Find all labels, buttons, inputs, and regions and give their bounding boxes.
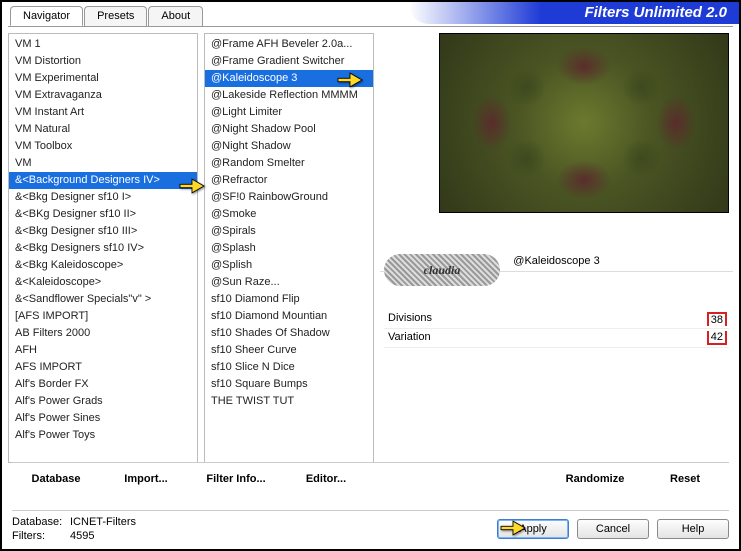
middle-button-row: Database Import... Filter Info... Editor… [12,462,729,489]
list-item[interactable]: VM 1 [9,36,197,53]
list-item[interactable]: @Spirals [205,223,373,240]
list-item[interactable]: @Frame AFH Beveler 2.0a... [205,36,373,53]
list-item[interactable]: &<Bkg Designer sf10 I> [9,189,197,206]
list-item[interactable]: Alf's Power Sines [9,410,197,427]
tab-navigator[interactable]: Navigator [10,6,83,26]
apply-button[interactable]: Apply [497,519,569,539]
bottom-bar: Database:ICNET-Filters Filters:4595 Appl… [12,510,729,543]
filter-info-button[interactable]: Filter Info... [192,469,280,489]
list-item[interactable]: @SF!0 RainbowGround [205,189,373,206]
list-item[interactable]: &<Kaleidoscope> [9,274,197,291]
watermark-badge: claudia [384,254,500,286]
parameter-area: Divisions 38 Variation 42 [380,310,733,348]
status-db-label: Database: [12,515,70,529]
list-item[interactable]: [AFS IMPORT] [9,308,197,325]
list-item[interactable]: @Lakeside Reflection MMMM [205,87,373,104]
list-item[interactable]: VM [9,155,197,172]
param-name: Divisions [388,312,432,326]
database-button[interactable]: Database [12,469,100,489]
list-item[interactable]: @Refractor [205,172,373,189]
param-row[interactable]: Divisions 38 [384,310,729,329]
list-item[interactable]: @Light Limiter [205,104,373,121]
param-value: 42 [707,331,727,345]
list-item[interactable]: &<Background Designers IV> [9,172,197,189]
list-item[interactable]: &<Sandflower Specials"v" > [9,291,197,308]
list-item[interactable]: sf10 Sheer Curve [205,342,373,359]
tab-about[interactable]: About [148,6,203,26]
list-item[interactable]: AFH [9,342,197,359]
filter-list[interactable]: @Frame AFH Beveler 2.0a...@Frame Gradien… [204,33,374,463]
app-title-banner: Filters Unlimited 2.0 [409,2,739,24]
status-db-value: ICNET-Filters [70,516,136,528]
list-item[interactable]: Alf's Border FX [9,376,197,393]
list-item[interactable]: Alf's Power Grads [9,393,197,410]
list-item[interactable]: VM Natural [9,121,197,138]
list-item[interactable]: THE TWIST TUT [205,393,373,410]
list-item[interactable]: @Splish [205,257,373,274]
list-item[interactable]: @Splash [205,240,373,257]
tab-strip: Navigator Presets About [10,6,204,26]
param-row[interactable]: Variation 42 [384,329,729,348]
status-text: Database:ICNET-Filters Filters:4595 [12,515,136,543]
list-item[interactable]: @Frame Gradient Switcher [205,53,373,70]
list-item[interactable]: VM Instant Art [9,104,197,121]
category-list[interactable]: VM 1VM DistortionVM ExperimentalVM Extra… [8,33,198,463]
list-item[interactable]: @Sun Raze... [205,274,373,291]
reset-button[interactable]: Reset [641,469,729,489]
list-item[interactable]: sf10 Slice N Dice [205,359,373,376]
list-item[interactable]: VM Extravaganza [9,87,197,104]
list-item[interactable]: @Smoke [205,206,373,223]
list-item[interactable]: sf10 Square Bumps [205,376,373,393]
list-item[interactable]: &<Bkg Designers sf10 IV> [9,240,197,257]
list-item[interactable]: @Kaleidoscope 3 [205,70,373,87]
list-item[interactable]: &<BKg Designer sf10 II> [9,206,197,223]
cancel-button[interactable]: Cancel [577,519,649,539]
list-item[interactable]: Alf's Power Toys [9,427,197,444]
list-item[interactable]: VM Distortion [9,53,197,70]
list-item[interactable]: sf10 Shades Of Shadow [205,325,373,342]
list-item[interactable]: &<Bkg Kaleidoscope> [9,257,197,274]
list-item[interactable]: sf10 Diamond Flip [205,291,373,308]
list-item[interactable]: @Night Shadow Pool [205,121,373,138]
list-item[interactable]: VM Toolbox [9,138,197,155]
list-item[interactable]: VM Experimental [9,70,197,87]
list-item[interactable]: @Random Smelter [205,155,373,172]
list-item[interactable]: AFS IMPORT [9,359,197,376]
randomize-button[interactable]: Randomize [551,469,639,489]
editor-button[interactable]: Editor... [282,469,370,489]
list-item[interactable]: &<Bkg Designer sf10 III> [9,223,197,240]
status-filters-value: 4595 [70,530,94,542]
list-item[interactable]: sf10 Diamond Mountian [205,308,373,325]
status-filters-label: Filters: [12,529,70,543]
import-button[interactable]: Import... [102,469,190,489]
list-item[interactable]: AB Filters 2000 [9,325,197,342]
param-value: 38 [707,312,727,326]
help-button[interactable]: Help [657,519,729,539]
tab-presets[interactable]: Presets [84,6,147,26]
preview-image [439,33,729,213]
main-area: VM 1VM DistortionVM ExperimentalVM Extra… [8,26,733,491]
list-item[interactable]: @Night Shadow [205,138,373,155]
param-name: Variation [388,331,431,345]
